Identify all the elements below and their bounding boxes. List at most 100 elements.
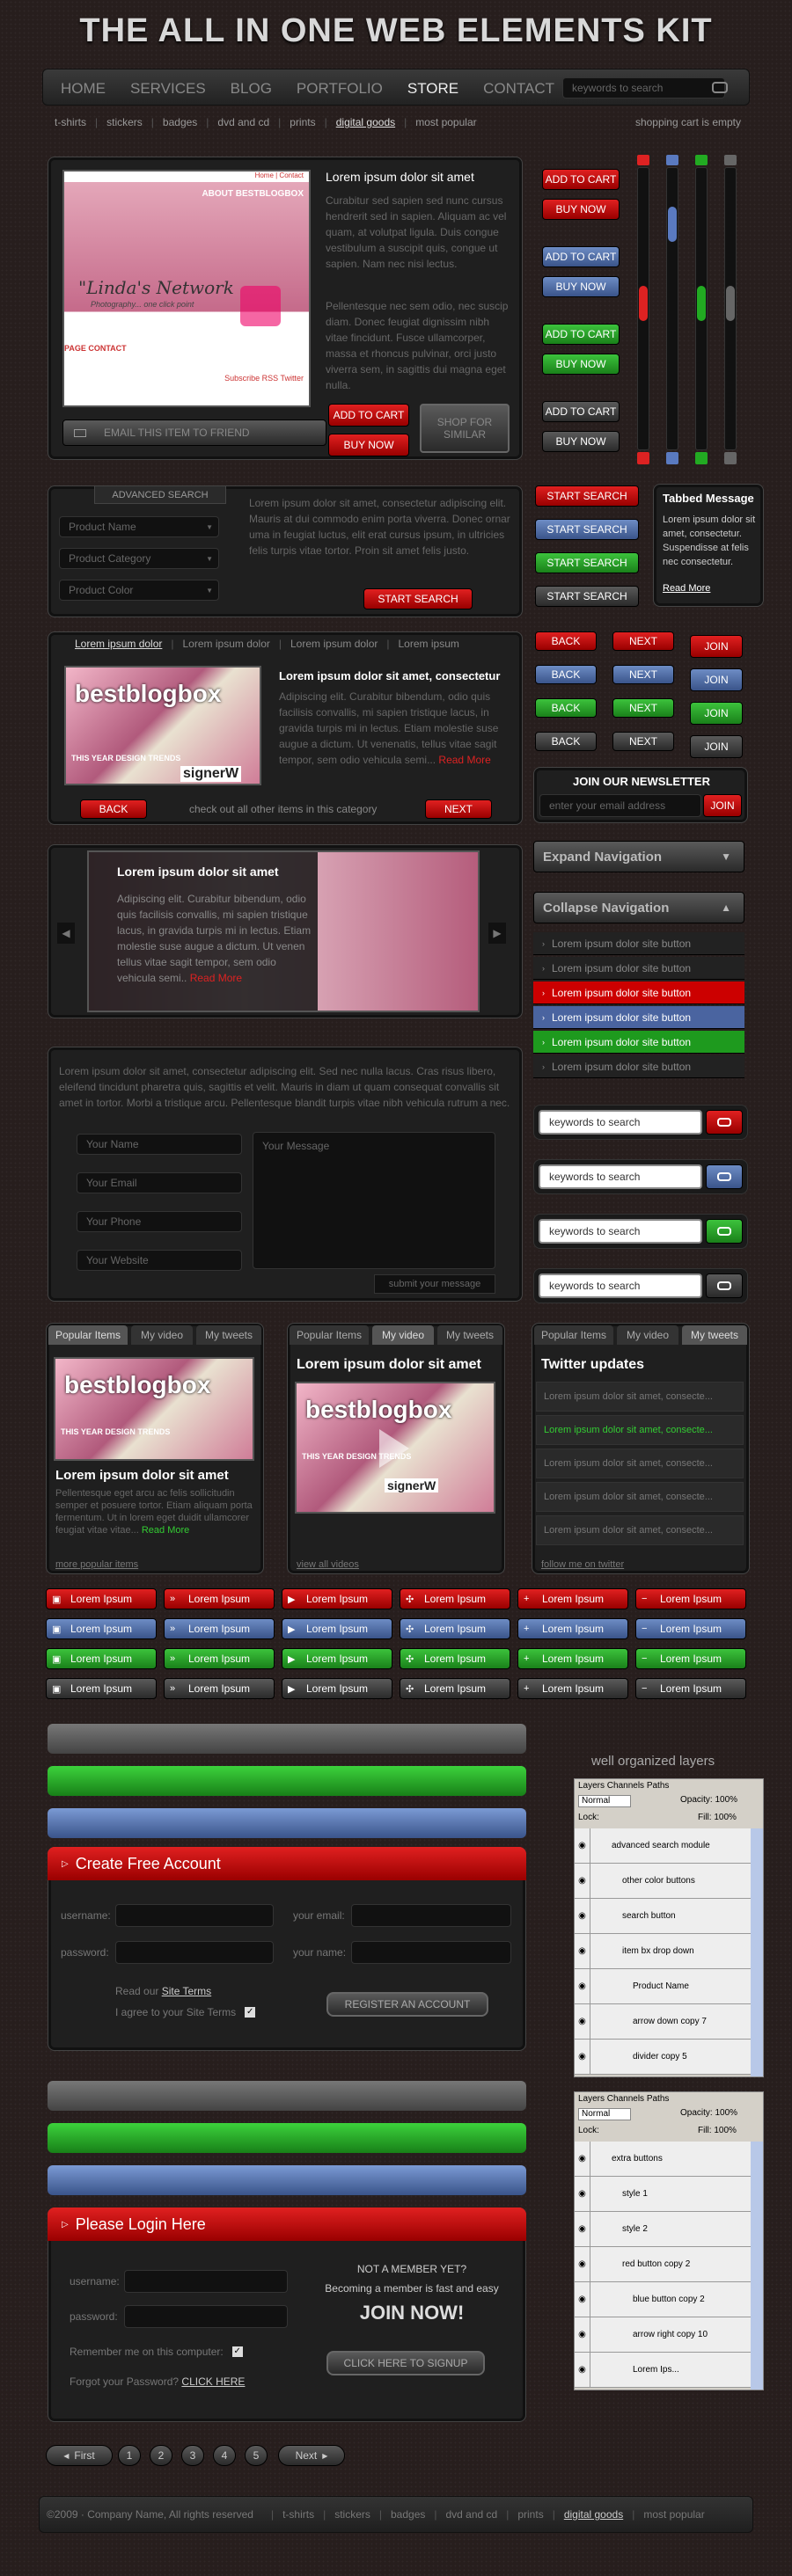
layer-row-2[interactable]: ◉ search button xyxy=(575,1899,751,1934)
footer-item-3[interactable]: dvd and cd xyxy=(446,2508,498,2521)
play-icon[interactable] xyxy=(379,1429,409,1468)
layer-row-3[interactable]: ◉ item bx drop down xyxy=(575,1934,751,1969)
eye-icon[interactable]: ◉ xyxy=(575,2004,590,2039)
subnav-item-3[interactable]: dvd and cd xyxy=(217,116,269,128)
pagination-next-button[interactable]: Next ▶ xyxy=(278,2445,345,2466)
slider-thumb-3[interactable] xyxy=(726,286,735,321)
layer-row-5[interactable]: ◉ arrow down copy 7 xyxy=(575,2004,751,2040)
layers-fill[interactable]: Fill: 100% xyxy=(698,1813,737,1822)
page-3[interactable]: 4 xyxy=(213,2445,236,2466)
slider-thumb-0[interactable] xyxy=(639,286,648,321)
slider-thumb-1[interactable] xyxy=(668,207,677,242)
layers-scrollbar[interactable] xyxy=(751,1828,763,2076)
eye-icon[interactable]: ◉ xyxy=(575,2353,590,2387)
icon-button-3-3[interactable]: ✣ Lorem Ipsum xyxy=(400,1678,510,1699)
agree-checkbox[interactable]: ✓ xyxy=(245,2007,256,2018)
eye-icon[interactable]: ◉ xyxy=(575,2282,590,2317)
create-username-input[interactable] xyxy=(115,1904,274,1927)
create-terms-link[interactable]: Site Terms xyxy=(162,1985,211,1997)
cart-add-button-2[interactable]: ADD TO CART xyxy=(542,324,620,345)
accordion-item-1[interactable]: › Lorem ipsum dolor site button xyxy=(533,957,744,980)
eye-icon[interactable]: ◉ xyxy=(575,2247,590,2281)
tweet-4[interactable]: Lorem ipsum dolor sit amet, consecte... xyxy=(536,1515,744,1545)
footer-item-6[interactable]: most popular xyxy=(643,2508,704,2521)
create-name-input[interactable] xyxy=(351,1941,511,1964)
join-button-0[interactable]: JOIN xyxy=(690,635,743,658)
back-button-3[interactable]: BACK xyxy=(535,732,597,751)
search-bar-input-2[interactable]: keywords to search xyxy=(539,1219,702,1244)
search-bar-button-2[interactable] xyxy=(706,1219,743,1244)
start-search-button-3[interactable]: START SEARCH xyxy=(535,586,639,607)
layer-row-6[interactable]: ◉ Lorem Ips... xyxy=(575,2353,751,2388)
layer-row-1[interactable]: ◉ other color buttons xyxy=(575,1864,751,1899)
icon-button-3-2[interactable]: ✣ Lorem Ipsum xyxy=(400,1648,510,1669)
gallery-back-button[interactable]: BACK xyxy=(80,799,147,819)
nav-item-1[interactable]: SERVICES xyxy=(130,80,206,98)
layers-mode[interactable]: Normal xyxy=(578,1795,631,1807)
tweet-1[interactable]: Lorem ipsum dolor sit amet, consecte... xyxy=(536,1415,744,1445)
layer-row-1[interactable]: ◉ style 1 xyxy=(575,2177,751,2212)
layer-row-2[interactable]: ◉ style 2 xyxy=(575,2212,751,2247)
icon-button-0-1[interactable]: ▣ Lorem Ipsum xyxy=(46,1618,157,1639)
layers-mode[interactable]: Normal xyxy=(578,2108,631,2120)
tweet-0[interactable]: Lorem ipsum dolor sit amet, consecte... xyxy=(536,1382,744,1412)
pagination-first-button[interactable]: ◀ First xyxy=(46,2445,113,2466)
gallery-tab-3[interactable]: Lorem ipsum xyxy=(399,638,459,650)
nav-search-input[interactable]: keywords to search xyxy=(562,77,725,99)
gallery-read-more[interactable]: Read More xyxy=(438,754,490,766)
join-button-1[interactable]: JOIN xyxy=(690,668,743,691)
product-buy-now-button[interactable]: BUY NOW xyxy=(328,434,409,456)
icon-button-5-2[interactable]: − Lorem Ipsum xyxy=(635,1648,746,1669)
nav-item-3[interactable]: PORTFOLIO xyxy=(297,80,383,98)
video-widget-popular-tab[interactable]: Popular Items xyxy=(290,1325,369,1345)
search-icon[interactable] xyxy=(712,82,728,93)
icon-button-2-3[interactable]: ▶ Lorem Ipsum xyxy=(282,1678,392,1699)
layer-row-4[interactable]: ◉ Product Name xyxy=(575,1969,751,2004)
eye-icon[interactable]: ◉ xyxy=(575,2040,590,2074)
advanced-search-button[interactable]: START SEARCH xyxy=(363,588,473,609)
search-bar-button-0[interactable] xyxy=(706,1110,743,1135)
dropdown-arrow-icon[interactable]: ▼ xyxy=(206,523,213,531)
icon-button-0-0[interactable]: ▣ Lorem Ipsum xyxy=(46,1588,157,1609)
tweet-3[interactable]: Lorem ipsum dolor sit amet, consecte... xyxy=(536,1482,744,1512)
icon-button-4-2[interactable]: + Lorem Ipsum xyxy=(517,1648,628,1669)
eye-icon[interactable]: ◉ xyxy=(575,1899,590,1933)
video-widget-tweets-tab[interactable]: My tweets xyxy=(437,1325,502,1345)
footer-item-1[interactable]: stickers xyxy=(334,2508,370,2521)
email-friend-button[interactable]: EMAIL THIS ITEM TO FRIEND xyxy=(62,420,326,446)
eye-icon[interactable]: ◉ xyxy=(575,2142,590,2176)
layer-row-6[interactable]: ◉ divider copy 5 xyxy=(575,2040,751,2075)
advanced-search-field-1[interactable]: Product Category ▼ xyxy=(59,548,219,569)
layer-row-3[interactable]: ◉ red button copy 2 xyxy=(575,2247,751,2282)
nav-item-4[interactable]: STORE xyxy=(407,80,458,98)
page-4[interactable]: 5 xyxy=(245,2445,268,2466)
slider-image[interactable]: Lorem ipsum dolor sit amet Adipiscing el… xyxy=(87,850,480,1012)
search-bar-button-1[interactable] xyxy=(706,1164,743,1189)
icon-button-1-0[interactable]: » Lorem Ipsum xyxy=(164,1588,275,1609)
twitter-widget-tweets-tab[interactable]: My tweets xyxy=(682,1325,747,1345)
icon-button-4-3[interactable]: + Lorem Ipsum xyxy=(517,1678,628,1699)
layer-row-5[interactable]: ◉ arrow right copy 10 xyxy=(575,2317,751,2353)
next-button-0[interactable]: NEXT xyxy=(612,631,674,651)
search-bar-input-0[interactable]: keywords to search xyxy=(539,1110,702,1135)
start-search-button-0[interactable]: START SEARCH xyxy=(535,485,639,507)
eye-icon[interactable]: ◉ xyxy=(575,1828,590,1863)
start-search-button-1[interactable]: START SEARCH xyxy=(535,519,639,540)
tabbed-message-link[interactable]: Read More xyxy=(663,583,710,594)
back-button-0[interactable]: BACK xyxy=(535,631,597,651)
back-button-2[interactable]: BACK xyxy=(535,698,597,718)
footer-item-5[interactable]: digital goods xyxy=(564,2508,623,2521)
icon-button-1-3[interactable]: » Lorem Ipsum xyxy=(164,1678,275,1699)
accordion-item-4[interactable]: › Lorem ipsum dolor site button xyxy=(533,1031,744,1054)
twitter-widget-video-tab[interactable]: My video xyxy=(617,1325,678,1345)
layer-row-0[interactable]: ◉ extra buttons xyxy=(575,2142,751,2177)
contact-field-1[interactable]: Your Email xyxy=(77,1172,242,1193)
login-username-input[interactable] xyxy=(124,2270,288,2293)
layers-fill[interactable]: Fill: 100% xyxy=(698,2126,737,2135)
popular-image[interactable]: bestblogbox THIS YEAR DESIGN TRENDS xyxy=(54,1357,254,1461)
slider-prev-arrow-icon[interactable]: ◀ xyxy=(57,923,75,944)
icon-button-5-0[interactable]: − Lorem Ipsum xyxy=(635,1588,746,1609)
icon-button-0-2[interactable]: ▣ Lorem Ipsum xyxy=(46,1648,157,1669)
slider-next-arrow-icon[interactable]: ▶ xyxy=(488,923,506,944)
start-search-button-2[interactable]: START SEARCH xyxy=(535,552,639,573)
